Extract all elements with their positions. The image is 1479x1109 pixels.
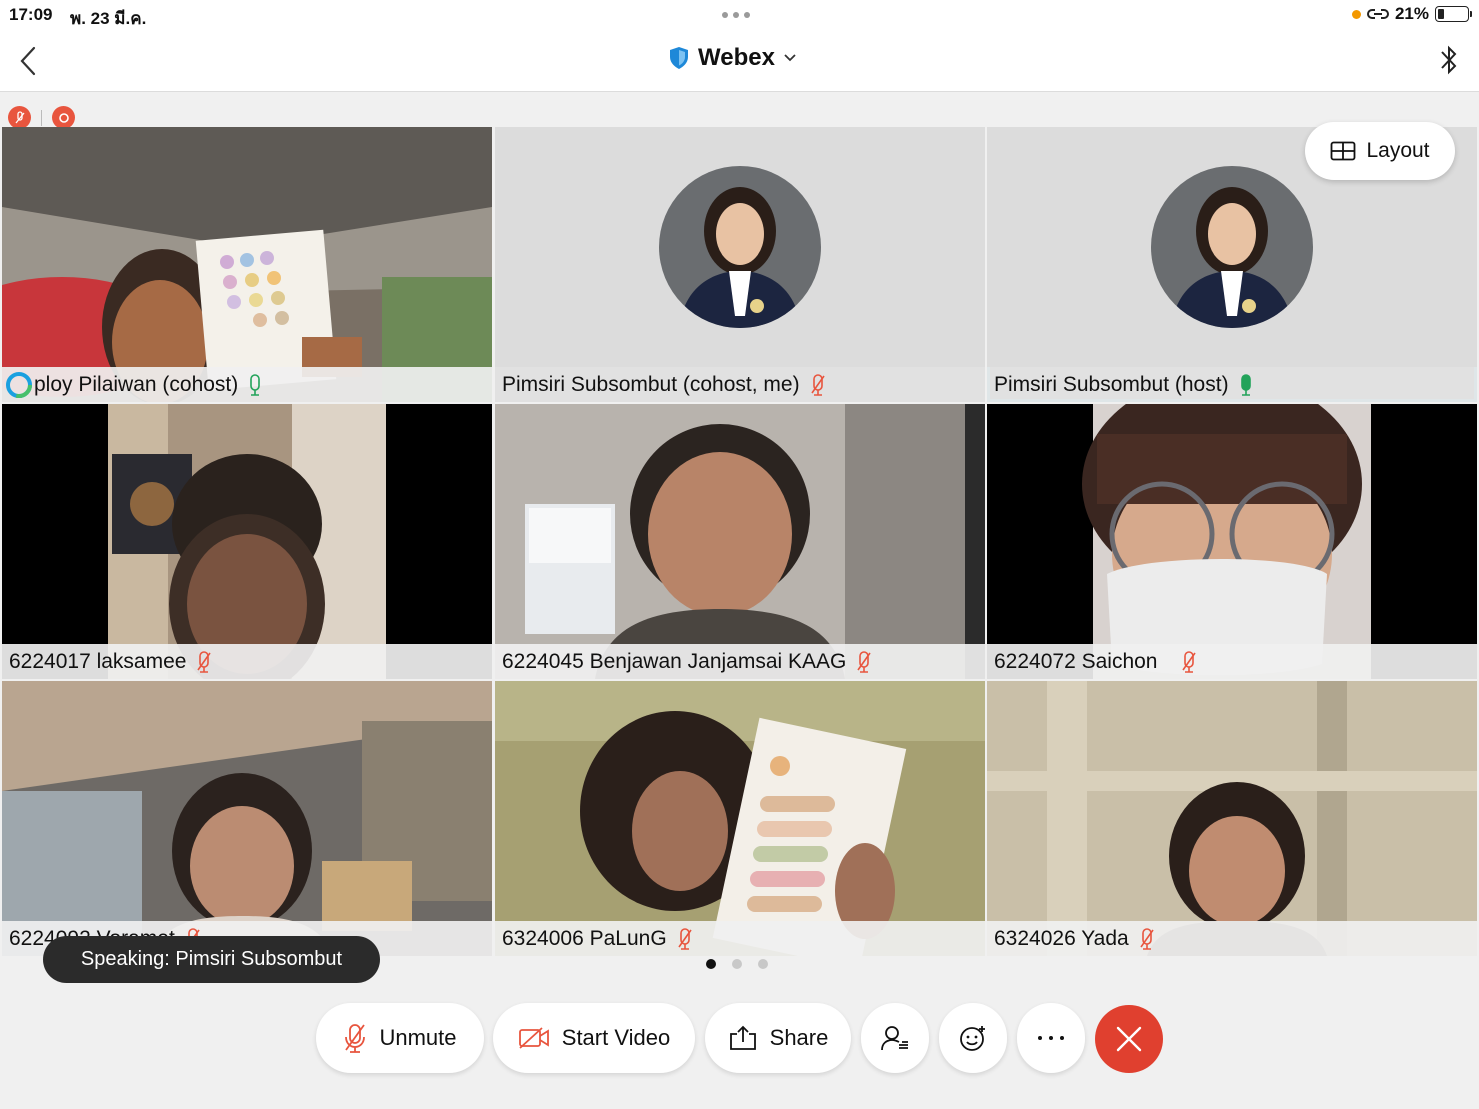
mic-muted-icon [345,1024,366,1053]
mic-on-icon [250,373,261,396]
webex-app-icon [6,371,32,398]
speaking-toast: Speaking: Pimsiri Subsombut [43,936,380,983]
participant-name: 6224045 Benjawan Janjamsai KAAG [502,649,847,673]
reactions-button[interactable] [939,1003,1007,1073]
participant-video [2,127,492,402]
participant-name: 6324006 PaLunG [502,926,667,950]
battery-percent: 21% [1394,4,1429,23]
participant-name: 6324026 Yada [994,926,1129,950]
share-label: Share [769,1025,829,1050]
page-dot[interactable] [758,959,768,969]
participant-label-bar: 6324006 PaLunG [495,921,985,956]
leave-meeting-button[interactable] [1095,1005,1163,1073]
mic-muted-icon [678,927,692,950]
mic-muted-icon [1140,927,1154,950]
participant-label-bar: Pimsiri Subsombut (cohost, me) [495,367,985,402]
link-icon [1366,9,1389,19]
mic-speaking-icon [1240,373,1251,396]
participant-tile[interactable]: 6224045 Benjawan Janjamsai KAAG [495,404,985,679]
participant-video [987,404,1477,679]
participant-tile[interactable]: 6224072 Saichon [987,404,1477,679]
status-time: 17:09 [9,5,53,24]
mic-in-use-indicator-icon [1351,9,1361,19]
avatar-background [495,127,985,367]
share-button[interactable]: Share [705,1003,851,1073]
participants-button[interactable] [861,1003,929,1073]
participant-video [495,681,985,956]
shield-icon [670,47,688,69]
participants-icon [881,1026,908,1051]
participant-video [2,404,492,679]
participant-label-bar: ploy Pilaiwan (cohost) [2,367,492,402]
more-options-button[interactable] [1017,1003,1085,1073]
meeting-toolbar: Unmute Start Video Share [0,1003,1479,1077]
multitasking-dots-icon[interactable] [722,12,750,18]
video-grid: ploy Pilaiwan (cohost) Pimsiri Subsombut… [0,126,1479,956]
participant-name: Pimsiri Subsombut (host) [994,372,1229,396]
participant-label-bar: 6224017 laksamee [2,644,492,679]
mic-muted-icon [1182,650,1197,673]
participant-tile[interactable]: Pimsiri Subsombut (cohost, me) [495,127,985,402]
page-dot[interactable] [706,959,716,969]
bluetooth-icon[interactable] [1437,42,1461,78]
participant-name: Pimsiri Subsombut (cohost, me) [502,372,800,396]
video-off-icon [518,1027,549,1049]
mic-muted-icon [810,373,825,396]
participant-video [987,681,1477,956]
avatar [1151,166,1313,328]
participant-tile[interactable]: 6224092 Voramet [2,681,492,956]
participant-name: 6224017 laksamee [9,649,187,673]
page-indicator[interactable] [706,959,768,969]
participant-name: 6224072 Saichon [994,649,1158,673]
meeting-title-dropdown[interactable]: Webex [668,44,797,72]
layout-button[interactable]: Layout [1305,122,1455,180]
participant-video [2,681,492,956]
start-video-label: Start Video [561,1025,671,1050]
participant-label-bar: 6224045 Benjawan Janjamsai KAAG [495,644,985,679]
status-right: 21% [1351,4,1472,24]
avatar [659,166,821,328]
status-bar: 17:09 พ. 23 มี.ค. 21% [0,0,1479,30]
status-date: พ. 23 มี.ค. [70,9,147,28]
participant-tile[interactable]: 6224017 laksamee [2,404,492,679]
unmute-button[interactable]: Unmute [316,1003,484,1073]
unmute-label: Unmute [379,1025,457,1050]
participant-tile[interactable]: 6324006 PaLunG [495,681,985,956]
mic-muted-icon [857,650,872,673]
participant-video [495,404,985,679]
nav-bar: Webex [0,30,1479,92]
emoji-icon [960,1026,985,1051]
participant-tile[interactable]: 6324026 Yada [987,681,1477,956]
more-horizontal-icon [1038,1036,1064,1040]
participant-label-bar: 6224072 Saichon [987,644,1477,679]
participant-label-bar: 6324026 Yada [987,921,1477,956]
participant-label-bar: Pimsiri Subsombut (host) [987,367,1477,402]
meeting-title: Webex [698,44,775,71]
participant-tile[interactable]: ploy Pilaiwan (cohost) [2,127,492,402]
close-icon [1116,1026,1142,1052]
participant-name: ploy Pilaiwan (cohost) [34,372,239,396]
grid-layout-icon [1331,141,1356,161]
battery-icon [1435,6,1472,22]
back-chevron-icon[interactable] [14,44,44,78]
share-icon [729,1025,756,1050]
speaking-toast-text: Speaking: Pimsiri Subsombut [80,948,343,970]
chevron-down-icon [784,54,796,62]
indicator-divider [41,109,42,126]
layout-button-label: Layout [1366,139,1430,162]
start-video-button[interactable]: Start Video [493,1003,695,1073]
page-dot[interactable] [732,959,742,969]
mic-muted-icon [197,650,212,673]
